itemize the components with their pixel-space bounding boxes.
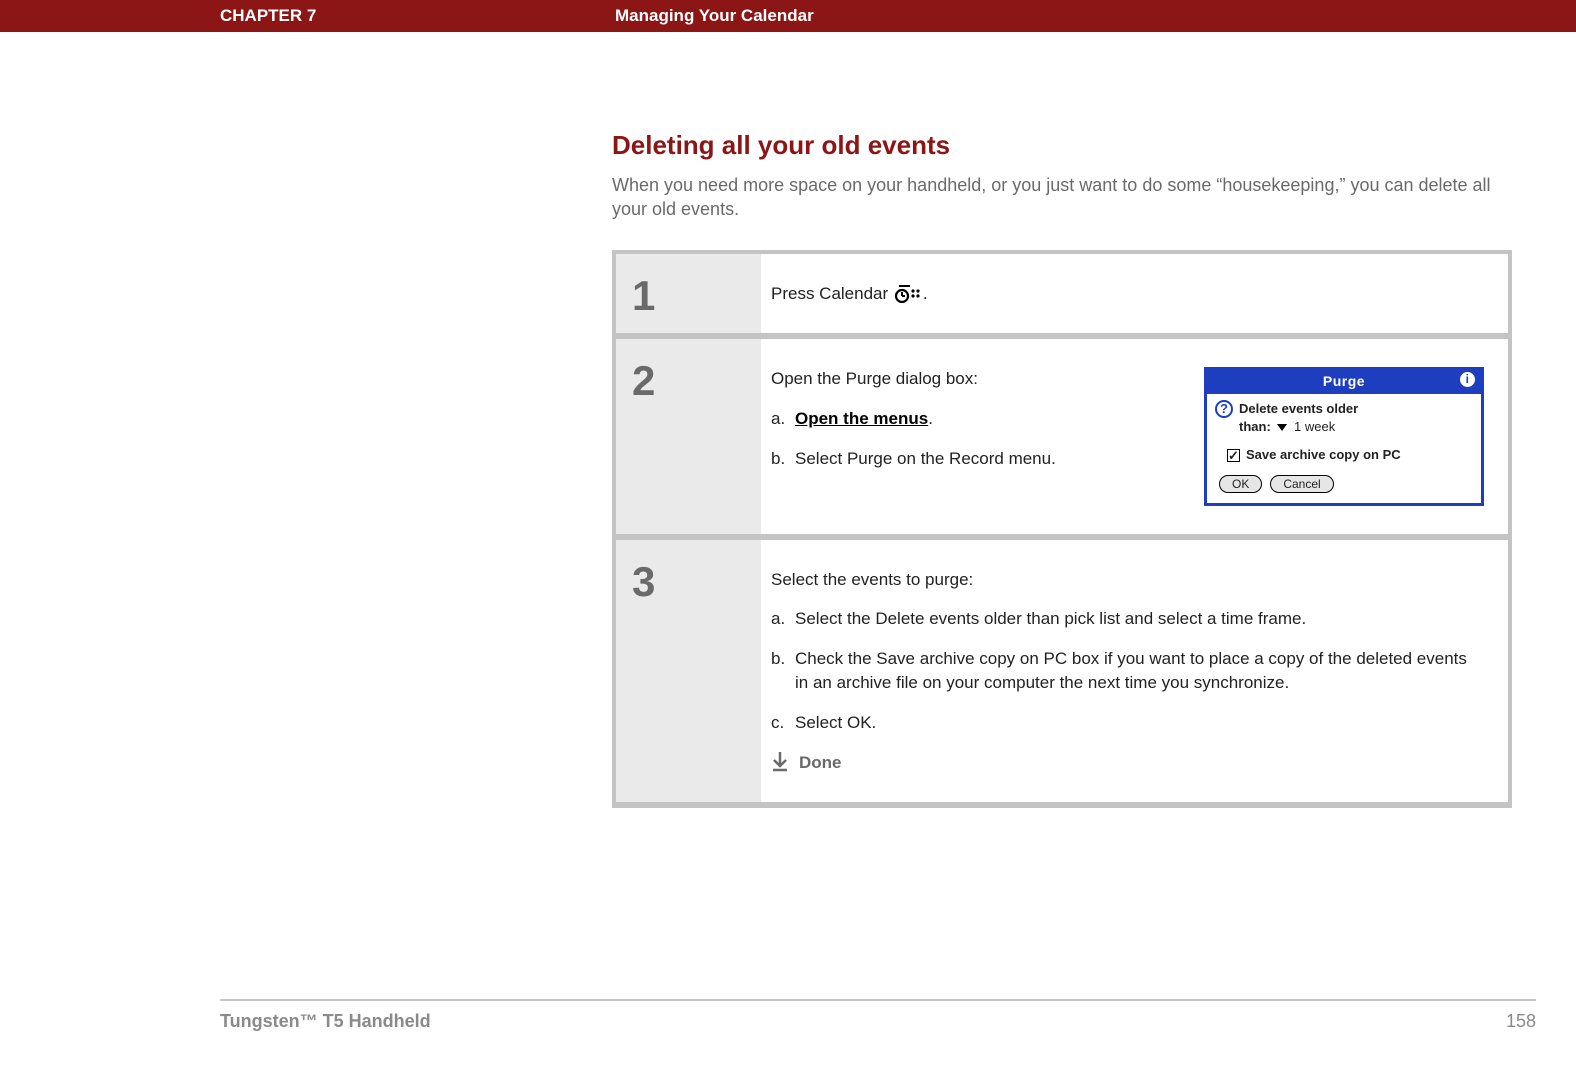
sub-label: a. [771, 407, 795, 431]
product-bold: Tungsten™ T5 [220, 1011, 349, 1031]
step-row-1: 1 Press Calendar . [616, 254, 1508, 340]
purge-picklist-value[interactable]: 1 week [1294, 419, 1335, 434]
product-light: Handheld [349, 1011, 431, 1031]
purge-than-label: than: [1239, 419, 1271, 434]
header-chapter: CHAPTER 7 [0, 6, 610, 26]
step1-text-a: Press Calendar [771, 284, 893, 303]
purge-dialog-title: Purge i [1207, 370, 1481, 394]
section-intro: When you need more space on your handhel… [612, 173, 1512, 222]
step-number: 3 [616, 540, 761, 803]
open-the-menus-link[interactable]: Open the menus [795, 409, 928, 428]
section-title: Deleting all your old events [612, 130, 1512, 161]
step1-text-b: . [923, 284, 928, 303]
done-label: Done [799, 751, 842, 775]
step-number: 2 [616, 339, 761, 533]
product-name: Tungsten™ T5 Handheld [220, 1011, 431, 1032]
header-title: Managing Your Calendar [610, 6, 1576, 26]
header-bar: CHAPTER 7 Managing Your Calendar [0, 0, 1576, 32]
step-body: Open the Purge dialog box: a. Open the m… [761, 339, 1508, 533]
step-number: 1 [616, 254, 761, 334]
step-body: Select the events to purge: a. Select th… [761, 540, 1508, 803]
sub-a-text: Select the Delete events older than pick… [795, 607, 1306, 631]
save-archive-label: Save archive copy on PC [1246, 446, 1401, 464]
purge-title-text: Purge [1323, 373, 1365, 389]
page-number: 158 [1506, 1011, 1536, 1032]
step-row-2: 2 Open the Purge dialog box: a. Open the… [616, 339, 1508, 539]
purge-dialog: Purge i ? Delete events older than: [1204, 367, 1484, 505]
ok-button[interactable]: OK [1219, 475, 1262, 493]
dropdown-icon[interactable] [1277, 424, 1287, 431]
info-icon[interactable]: i [1460, 372, 1475, 387]
done-arrow-icon [771, 751, 789, 773]
sub-label: b. [771, 447, 795, 471]
sub-c-text: Select OK. [795, 711, 876, 735]
step-row-3: 3 Select the events to purge: a. Select … [616, 540, 1508, 803]
calendar-icon [895, 285, 921, 303]
question-icon: ? [1215, 400, 1233, 418]
save-archive-checkbox[interactable] [1227, 449, 1240, 462]
purge-line1: Delete events older [1239, 400, 1358, 418]
cancel-button[interactable]: Cancel [1270, 475, 1333, 493]
steps-table: 1 Press Calendar . [612, 250, 1512, 809]
sub-a-tail: . [928, 409, 933, 428]
sub-label: c. [771, 711, 795, 735]
step-body: Press Calendar . [761, 254, 1508, 334]
sub-label: a. [771, 607, 795, 631]
step2-intro: Open the Purge dialog box: [771, 367, 1184, 391]
step3-intro: Select the events to purge: [771, 568, 1484, 592]
sub-b-text: Check the Save archive copy on PC box if… [795, 647, 1484, 695]
page-footer: Tungsten™ T5 Handheld 158 [220, 999, 1536, 1032]
main-content: Deleting all your old events When you ne… [612, 130, 1512, 808]
sub-label: b. [771, 647, 795, 695]
sub-b-text: Select Purge on the Record menu. [795, 447, 1056, 471]
